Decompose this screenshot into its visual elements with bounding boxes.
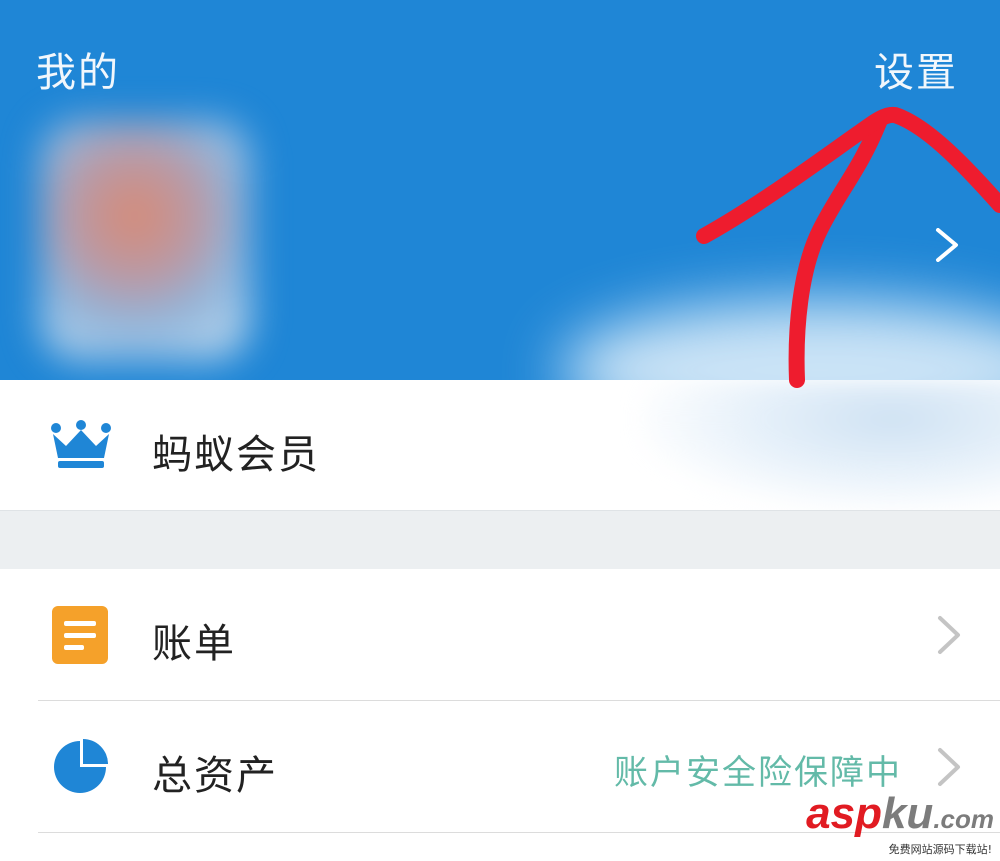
insurance-status-text: 账户安全险保障中 (614, 753, 902, 793)
menu-item-bill[interactable]: 账单 (0, 569, 1000, 701)
watermark-brand-c: .com (933, 804, 994, 834)
watermark: aspku.com 免费网站源码下载站! (806, 792, 994, 857)
menu-item-label: 总资产 (152, 753, 278, 799)
chevron-right-icon (938, 748, 960, 786)
bill-icon (52, 606, 108, 664)
crown-icon (51, 420, 111, 468)
page-title: 我的 (36, 50, 120, 96)
member-row[interactable]: 蚂蚁会员 (0, 380, 1000, 510)
member-label: 蚂蚁会员 (152, 432, 320, 478)
background-haze (640, 380, 1000, 510)
watermark-brand-b: ku (881, 789, 934, 838)
background-cloud (560, 300, 1000, 380)
pie-chart-icon (54, 739, 108, 793)
profile-header: 我的 设置 (0, 0, 1000, 380)
watermark-tagline: 免费网站源码下载站! (806, 841, 994, 857)
menu-item-label: 账单 (152, 621, 236, 667)
chevron-right-icon[interactable] (932, 228, 962, 262)
watermark-brand-a: asp (806, 789, 882, 838)
avatar[interactable] (40, 120, 250, 360)
settings-button[interactable]: 设置 (874, 40, 958, 98)
chevron-right-icon (938, 616, 960, 654)
section-gap (0, 510, 1000, 570)
